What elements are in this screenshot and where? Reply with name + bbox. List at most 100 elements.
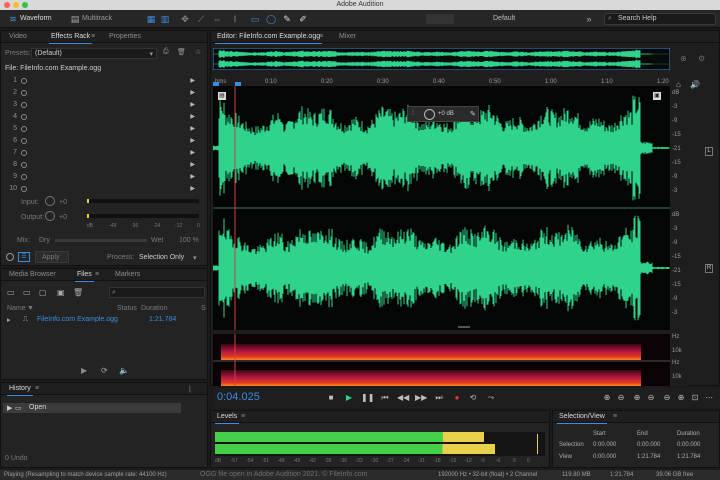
column-duration[interactable]: Duration — [141, 305, 167, 312]
track-icon[interactable]: ▤ — [218, 92, 226, 100]
column-s[interactable]: S — [201, 305, 206, 312]
selection-duration-field[interactable]: 0:00.000 — [677, 442, 700, 448]
hud-gain-knob[interactable] — [424, 109, 435, 120]
rewind-button[interactable]: ◀◀ — [397, 392, 409, 404]
output-gain-knob[interactable] — [45, 211, 55, 221]
hud-pin-icon[interactable]: ✎ — [470, 110, 476, 118]
tab-levels[interactable]: Levels — [214, 411, 240, 424]
effects-rack-slot[interactable]: 8 ▶ — [7, 160, 195, 170]
move-tool-icon[interactable]: ✥ — [180, 14, 190, 24]
delete-preset-icon[interactable]: 🗑 — [177, 48, 186, 56]
apply-button[interactable]: Apply — [35, 251, 69, 263]
chevron-right-icon[interactable]: ▶ — [190, 148, 195, 158]
column-status[interactable]: Status — [117, 305, 137, 312]
stop-button[interactable]: ■ — [325, 392, 337, 404]
list-item[interactable]: ▶ ▭ Open — [3, 403, 181, 413]
autoplay-icon[interactable]: 🔈 — [119, 366, 129, 375]
zoom-out-time-icon[interactable]: ⊖ — [645, 392, 657, 404]
power-icon[interactable] — [21, 150, 27, 156]
spectral-display[interactable] — [213, 334, 670, 386]
chevron-right-icon[interactable]: ▶ — [190, 100, 195, 110]
tab-menu-icon[interactable]: ≡ — [613, 411, 617, 423]
zoom-out-amplitude-icon[interactable]: ⊖ — [615, 392, 627, 404]
tab-effects-rack[interactable]: Effects Rack — [48, 31, 93, 44]
close-window-button[interactable] — [4, 2, 10, 8]
effects-rack-slot[interactable]: 7 ▶ — [7, 148, 195, 158]
tab-menu-icon[interactable]: ≡ — [91, 31, 95, 43]
zoom-selection-icon[interactable]: ⊡ — [689, 392, 701, 404]
power-icon[interactable] — [21, 90, 27, 96]
zoom-out-full-icon[interactable]: ⊖ — [661, 392, 673, 404]
chevron-right-icon[interactable]: ▶ — [190, 112, 195, 122]
insert-icon[interactable]: ▣ — [57, 288, 65, 297]
time-selection-tool-icon[interactable]: I — [230, 14, 240, 24]
time-display[interactable]: 0:04.025 — [217, 391, 260, 403]
move-to-next-button[interactable]: ⏭ — [433, 392, 445, 404]
presets-dropdown[interactable]: (Default) ▾ — [31, 48, 157, 59]
record-button[interactable]: ● — [451, 392, 463, 404]
chevron-right-icon[interactable]: ▶ — [190, 136, 195, 146]
workspace-switch-button[interactable] — [426, 14, 454, 24]
skip-selection-button[interactable]: ⤳ — [485, 392, 497, 404]
power-icon[interactable] — [21, 102, 27, 108]
mix-slider[interactable] — [55, 239, 147, 242]
move-to-previous-button[interactable]: ⏮ — [379, 392, 391, 404]
razor-tool-icon[interactable]: ⟋ — [196, 14, 206, 24]
play-preview-icon[interactable]: ▶ — [81, 366, 87, 375]
rack-list-icon[interactable]: ☰ — [18, 252, 30, 262]
marquee-tool-icon[interactable]: ▭ — [250, 14, 260, 24]
power-icon[interactable] — [21, 78, 27, 84]
zoom-amplitude-icon[interactable]: ⌂ — [676, 80, 681, 89]
effects-rack-slot[interactable]: 3 ▶ — [7, 100, 195, 110]
spectral-display-icon[interactable]: ▦ — [146, 14, 156, 24]
power-icon[interactable] — [21, 126, 27, 132]
maximize-window-button[interactable] — [22, 2, 28, 8]
column-name[interactable]: Name — [7, 305, 26, 312]
effects-rack-slot[interactable]: 5 ▶ — [7, 124, 195, 134]
zoom-menu-icon[interactable]: ⋯ — [703, 392, 715, 404]
speaker-icon[interactable]: 🔊 — [690, 80, 700, 89]
channel-left-toggle[interactable]: L — [705, 147, 713, 156]
overview-navigator[interactable] — [212, 47, 671, 71]
power-icon[interactable] — [21, 138, 27, 144]
view-end-field[interactable]: 1:21.784 — [637, 454, 660, 460]
expand-arrow-icon[interactable]: ▸ — [7, 316, 11, 324]
workspace-menu-icon[interactable]: » — [584, 14, 594, 24]
search-help-field[interactable]: ⌕ Search Help — [604, 13, 716, 25]
lasso-tool-icon[interactable]: ◯ — [266, 14, 276, 24]
effects-rack-slot[interactable]: 9 ▶ — [7, 172, 195, 182]
tab-menu-icon[interactable]: ≡ — [319, 31, 323, 43]
tab-properties[interactable]: Properties — [109, 31, 141, 43]
tab-editor[interactable]: Editor: FileInfo.com Example.ogg — [214, 31, 323, 44]
track-expand-icon[interactable]: ▣ — [653, 92, 661, 100]
power-icon[interactable] — [21, 186, 27, 192]
zoom-navigator-settings-icon[interactable]: ⚙ — [698, 54, 705, 63]
multitrack-view-button[interactable]: Multitrack — [82, 13, 112, 25]
effects-rack-slot[interactable]: 6 ▶ — [7, 136, 195, 146]
tab-history[interactable]: History — [7, 383, 33, 396]
workspace-selector[interactable]: Default — [493, 13, 515, 25]
pause-button[interactable]: ❚❚ — [361, 392, 374, 404]
tab-menu-icon[interactable]: ≡ — [95, 269, 99, 281]
loop-preview-icon[interactable]: ⟳ — [101, 366, 108, 375]
chevron-right-icon[interactable]: ▶ — [190, 160, 195, 170]
play-button[interactable]: ▶ — [343, 392, 355, 404]
channel-resize-handle[interactable] — [458, 326, 470, 328]
fast-forward-button[interactable]: ▶▶ — [415, 392, 427, 404]
selection-start-field[interactable]: 0:00.000 — [593, 442, 616, 448]
process-dropdown[interactable]: Selection Only — [139, 254, 184, 261]
chevron-down-icon[interactable]: ▾ — [193, 254, 197, 262]
tab-markers[interactable]: Markers — [115, 269, 140, 281]
waveform-view-button[interactable]: Waveform — [20, 13, 52, 25]
trash-icon[interactable]: 🗑 — [73, 288, 83, 297]
chevron-right-icon[interactable]: ▶ — [190, 184, 195, 194]
new-file-icon[interactable]: ▢ — [39, 288, 47, 297]
table-row[interactable]: ▸ ⎍ FileInfo.com Example.ogg 1:21.784 — [3, 315, 207, 325]
tab-mixer[interactable]: Mixer — [339, 31, 356, 43]
spectral-pitch-icon[interactable]: ▥ — [160, 14, 170, 24]
import-file-icon[interactable]: ▭ — [23, 288, 31, 297]
power-toggle-icon[interactable] — [6, 253, 14, 261]
chevron-right-icon[interactable]: ▶ — [190, 124, 195, 134]
power-icon[interactable] — [21, 162, 27, 168]
minimize-window-button[interactable] — [13, 2, 19, 8]
